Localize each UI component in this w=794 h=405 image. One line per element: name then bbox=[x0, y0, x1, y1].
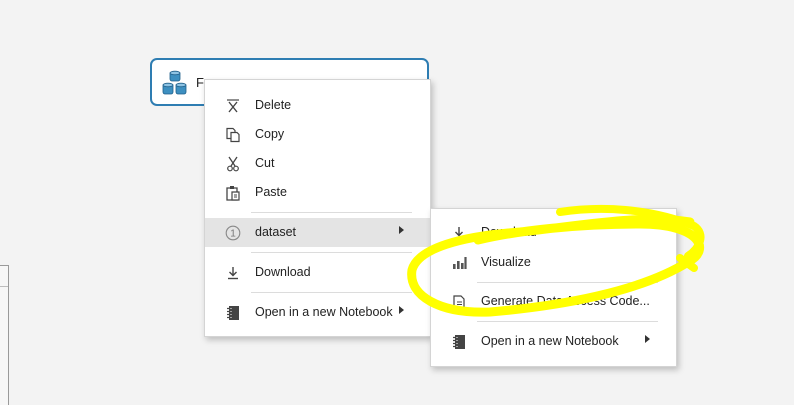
delete-icon bbox=[227, 99, 239, 113]
submenu-item-label: Generate Data Access Code... bbox=[481, 294, 650, 308]
paste-icon bbox=[226, 186, 240, 201]
menu-separator bbox=[477, 321, 658, 322]
cut-icon bbox=[227, 156, 239, 172]
submenu-item-label: Open in a new Notebook bbox=[481, 334, 619, 348]
panel-divider bbox=[0, 286, 8, 287]
menu-item-label: Delete bbox=[255, 98, 292, 112]
menu-item-delete[interactable]: Delete bbox=[205, 91, 430, 120]
svg-text:1: 1 bbox=[230, 229, 236, 240]
notebook-icon bbox=[227, 306, 239, 320]
menu-item-label: Paste bbox=[255, 185, 287, 199]
submenu-item-generate-code[interactable]: Generate Data Access Code... bbox=[431, 287, 676, 316]
side-panel-edge bbox=[0, 265, 9, 405]
port-1-icon: 1 bbox=[225, 225, 241, 241]
menu-separator bbox=[251, 292, 412, 293]
menu-item-dataset[interactable]: 1 dataset bbox=[205, 218, 430, 247]
menu-item-label: Download bbox=[255, 265, 311, 279]
submenu-arrow-icon bbox=[399, 226, 404, 234]
menu-separator bbox=[251, 212, 412, 213]
download-icon bbox=[454, 227, 464, 240]
module-label: F bbox=[196, 75, 204, 90]
menu-item-copy[interactable]: Copy bbox=[205, 120, 430, 149]
dataset-submenu: Download Visualize Generate Data Access … bbox=[430, 208, 677, 367]
submenu-item-open-notebook[interactable]: Open in a new Notebook bbox=[431, 327, 676, 356]
menu-separator bbox=[477, 282, 658, 283]
submenu-item-label: Visualize bbox=[481, 255, 531, 269]
code-icon bbox=[453, 295, 465, 309]
submenu-arrow-icon bbox=[399, 306, 404, 314]
submenu-arrow-icon bbox=[645, 335, 650, 343]
menu-item-paste[interactable]: Paste bbox=[205, 178, 430, 207]
menu-item-label: Copy bbox=[255, 127, 285, 141]
copy-icon bbox=[226, 127, 240, 143]
notebook-icon bbox=[453, 335, 465, 349]
menu-item-label: Open in a new Notebook bbox=[255, 305, 393, 319]
context-menu: Delete Copy Cut Paste 1 dataset Download… bbox=[204, 79, 431, 337]
download-icon bbox=[228, 267, 238, 280]
menu-item-download[interactable]: Download bbox=[205, 258, 430, 287]
menu-item-cut[interactable]: Cut bbox=[205, 149, 430, 178]
menu-separator bbox=[251, 252, 412, 253]
submenu-item-visualize[interactable]: Visualize bbox=[431, 248, 676, 277]
submenu-item-label: Download bbox=[481, 225, 537, 239]
menu-item-open-notebook[interactable]: Open in a new Notebook bbox=[205, 298, 430, 327]
menu-item-label: Cut bbox=[255, 156, 275, 170]
bar-chart-icon bbox=[453, 257, 467, 269]
submenu-item-download[interactable]: Download bbox=[431, 218, 676, 247]
database-icon bbox=[162, 70, 187, 95]
menu-item-label: dataset bbox=[255, 225, 297, 239]
